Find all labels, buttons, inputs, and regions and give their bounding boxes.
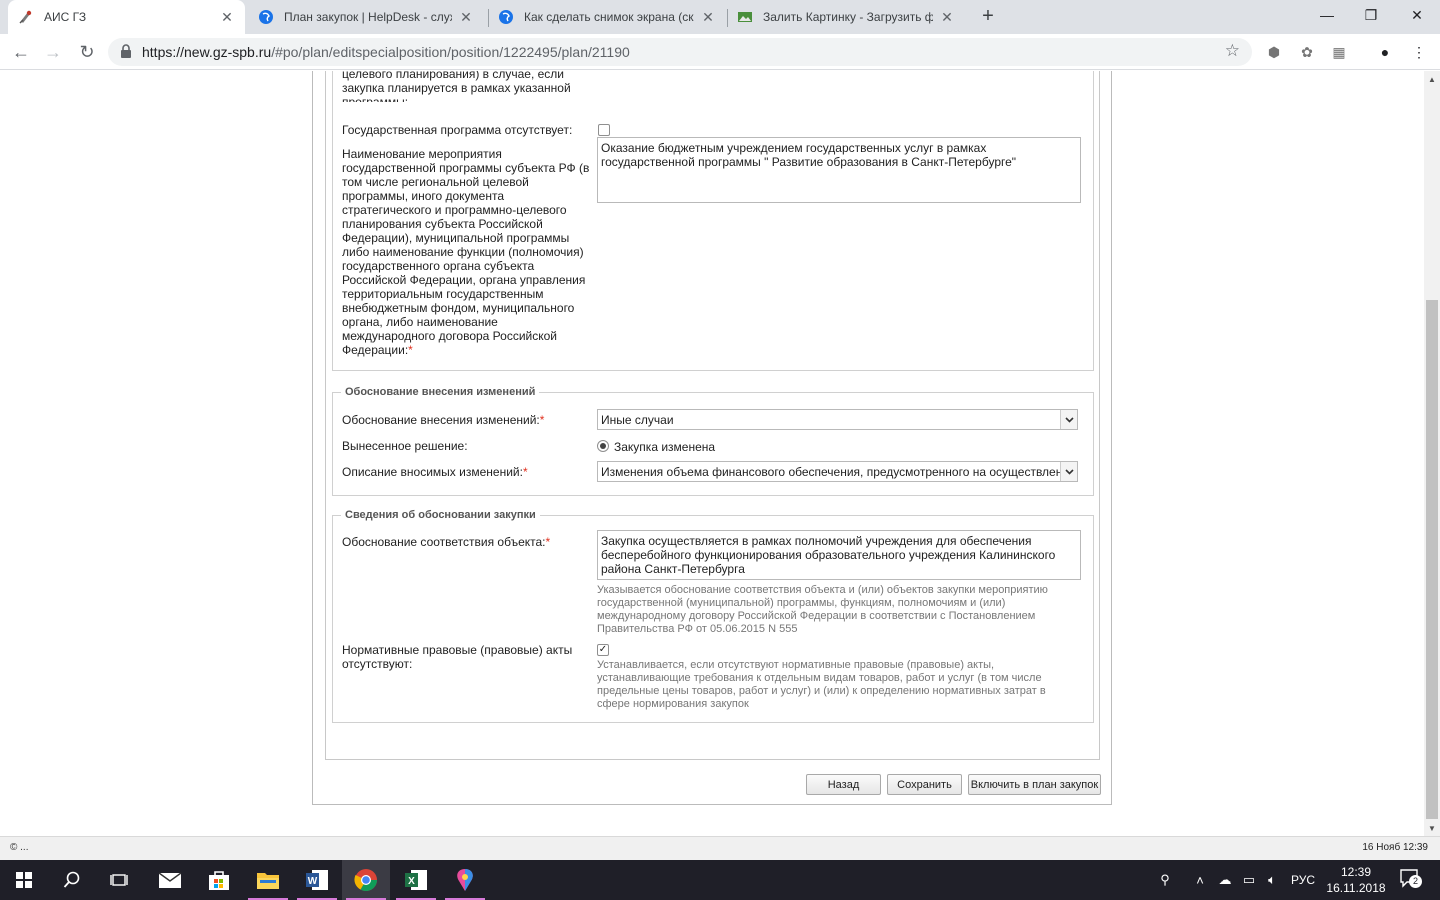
no-program-checkbox[interactable] [598, 124, 610, 136]
change-description-select[interactable]: Изменения объема финансового обеспечения… [597, 461, 1078, 482]
page-scrollbar[interactable]: ▲ ▼ [1424, 71, 1440, 836]
notifications-icon[interactable]: 2 [1398, 869, 1422, 888]
tab-image-upload[interactable]: Залить Картинку - Загрузить фо ✕ [727, 0, 965, 34]
conformity-label: Обоснование соответствия объекта:* [342, 535, 551, 549]
shield-extension-icon[interactable]: ⬢ [1265, 43, 1283, 61]
scroll-up-icon[interactable]: ▲ [1424, 71, 1440, 87]
people-icon[interactable]: ⚲ [1156, 872, 1174, 888]
close-icon[interactable]: ✕ [700, 9, 716, 26]
back-arrow-icon[interactable]: ← [10, 41, 32, 63]
file-explorer-icon[interactable] [244, 860, 292, 900]
close-icon[interactable]: ✕ [219, 9, 235, 26]
volume-icon[interactable]: 🔈︎ [1263, 872, 1281, 888]
forward-arrow-icon[interactable]: → [42, 41, 64, 63]
browser-tabstrip: АИС ГЗ ✕ План закупок | HelpDesk - служ … [0, 0, 1440, 34]
chevron-down-icon[interactable] [1060, 462, 1077, 481]
excel-icon[interactable]: X [392, 860, 440, 900]
svg-text:X: X [408, 876, 415, 887]
globe-icon [259, 10, 273, 24]
justification-fieldset: Сведения об обосновании закупки Обоснова… [332, 509, 1094, 723]
chevron-down-icon[interactable] [1060, 410, 1077, 429]
windows-start-icon[interactable] [0, 860, 48, 900]
program-fieldset: бюджетной целевой программы, иного докум… [332, 71, 1094, 371]
menu-kebab-icon[interactable]: ⋮ [1410, 43, 1428, 61]
profile-icon[interactable]: ● [1376, 43, 1394, 61]
statusbar-datetime: 16 Нояб 12:39 [1362, 842, 1428, 853]
notifications-count: 2 [1409, 875, 1422, 888]
bookmark-star-icon[interactable]: ☆ [1225, 41, 1240, 61]
chevron-up-icon[interactable]: ˄ [1192, 872, 1208, 888]
tab-title: Залить Картинку - Загрузить фо [763, 10, 933, 24]
event-name-textarea[interactable]: Оказание бюджетным учреждением государст… [597, 137, 1081, 203]
app-statusbar: © ... 16 Нояб 12:39 [0, 836, 1440, 860]
image-icon [738, 12, 752, 22]
maximize-icon[interactable]: ❐ [1348, 0, 1394, 30]
search-icon[interactable] [48, 860, 96, 900]
extension-icon[interactable]: ✿ [1298, 43, 1316, 61]
conformity-hint: Указывается обоснование соответствия объ… [597, 584, 1048, 635]
tab-title: План закупок | HelpDesk - служ [284, 10, 452, 24]
scroll-down-icon[interactable]: ▼ [1424, 820, 1440, 836]
network-icon[interactable]: ▭ [1240, 872, 1258, 888]
windows-taskbar: W X ⚲ ˄ ☁ ▭ 🔈︎ РУС 12:39 16.11.2018 2 [0, 860, 1440, 900]
change-description-label: Описание вносимых изменений:* [342, 465, 528, 479]
ais-favicon-icon [19, 10, 32, 24]
globe-icon [499, 10, 513, 24]
back-button[interactable]: Назад [806, 774, 881, 795]
decision-value: Закупка изменена [614, 440, 716, 454]
changes-fieldset: Обоснование внесения изменений Обоснован… [332, 386, 1094, 496]
decision-radio[interactable] [597, 440, 609, 452]
tab-title: Как сделать снимок экрана (скр [524, 10, 694, 24]
url-text: https://new.gz-spb.ru/#po/plan/editspeci… [142, 44, 630, 60]
tab-helpdesk[interactable]: План закупок | HelpDesk - служ ✕ [248, 0, 484, 34]
reload-icon[interactable]: ↻ [76, 41, 98, 63]
browser-toolbar: ← → ↻ https://new.gz-spb.ru/#po/plan/edi… [0, 34, 1440, 70]
save-button[interactable]: Сохранить [887, 774, 962, 795]
new-tab-icon[interactable]: + [977, 5, 999, 28]
no-acts-label: Нормативные правовые (правовые) акты отс… [342, 643, 573, 671]
paint-3d-icon[interactable] [441, 860, 489, 900]
program-label-partial: бюджетной целевой программы, иного докум… [342, 71, 571, 102]
scrollbar-thumb[interactable] [1426, 300, 1438, 819]
close-icon[interactable]: ✕ [939, 9, 955, 26]
task-view-icon[interactable] [96, 860, 144, 900]
mail-icon[interactable] [146, 860, 194, 900]
no-acts-hint: Устанавливается, если отсутствуют нормат… [597, 659, 1046, 710]
tab-screenshot-howto[interactable]: Как сделать снимок экрана (скр ✕ [488, 0, 726, 34]
tab-title: АИС ГЗ [44, 10, 87, 24]
page-viewport: бюджетной целевой программы, иного докум… [0, 71, 1424, 836]
changes-legend: Обоснование внесения изменений [341, 386, 540, 398]
lock-icon [121, 44, 131, 58]
no-acts-checkbox[interactable]: ✓ [597, 644, 609, 656]
no-program-label: Государственная программа отсутствует: [342, 123, 573, 137]
event-name-label: Наименование мероприятия государственной… [342, 147, 590, 357]
decision-label: Вынесенное решение: [342, 439, 468, 453]
taskbar-clock[interactable]: 12:39 16.11.2018 [1318, 864, 1394, 896]
chrome-icon[interactable] [342, 860, 390, 900]
change-reason-select[interactable]: Иные случаи [597, 409, 1078, 430]
form-body: бюджетной целевой программы, иного докум… [325, 71, 1100, 760]
onedrive-cloud-icon[interactable]: ☁ [1215, 872, 1235, 888]
word-icon[interactable]: W [293, 860, 341, 900]
close-icon[interactable]: ✕ [458, 9, 474, 26]
include-in-plan-button[interactable]: Включить в план закупок [968, 774, 1101, 795]
change-reason-label: Обоснование внесения изменений:* [342, 413, 545, 427]
justification-legend: Сведения об обосновании закупки [341, 509, 540, 521]
close-window-icon[interactable]: ✕ [1394, 0, 1440, 30]
statusbar-copyright: © ... [10, 842, 29, 853]
conformity-textarea[interactable]: Закупка осуществляется в рамках полномоч… [597, 530, 1081, 580]
extension-grid-icon[interactable]: ▦ [1330, 43, 1348, 61]
address-bar[interactable]: https://new.gz-spb.ru/#po/plan/editspeci… [108, 38, 1252, 66]
svg-text:W: W [308, 876, 318, 887]
store-icon[interactable] [195, 860, 243, 900]
minimize-icon[interactable]: — [1304, 0, 1350, 30]
tab-ais-gz[interactable]: АИС ГЗ ✕ [8, 0, 245, 34]
form-window: бюджетной целевой программы, иного докум… [312, 71, 1112, 805]
language-indicator[interactable]: РУС [1288, 872, 1318, 888]
